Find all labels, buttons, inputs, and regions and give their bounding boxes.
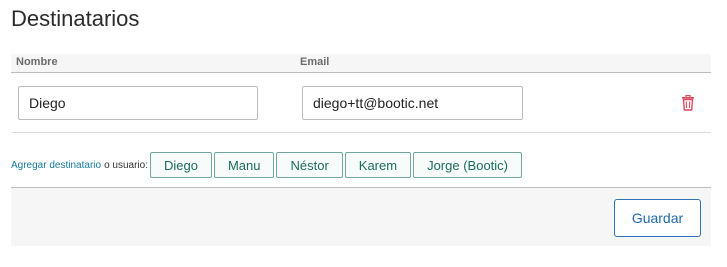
- page-title: Destinatarios: [11, 6, 140, 31]
- user-button-manu[interactable]: Manu: [213, 152, 275, 178]
- table-row: [11, 73, 711, 133]
- user-button-nestor[interactable]: Néstor: [276, 152, 343, 178]
- save-button[interactable]: Guardar: [614, 199, 701, 237]
- user-button-diego[interactable]: Diego: [149, 152, 212, 178]
- trash-icon[interactable]: [681, 94, 695, 111]
- user-button-jorge[interactable]: Jorge (Bootic): [413, 152, 522, 178]
- or-user-label: o usuario:: [104, 159, 148, 171]
- name-field[interactable]: [18, 86, 258, 120]
- column-header-email: Email: [300, 56, 330, 68]
- form-footer: Guardar: [11, 187, 711, 246]
- user-button-karem[interactable]: Karem: [344, 152, 412, 178]
- email-field[interactable]: [302, 86, 523, 120]
- table-header: Nombre Email: [11, 54, 711, 73]
- column-header-nombre: Nombre: [16, 56, 58, 68]
- recipients-selector: Agregar destinatario o usuario: Diego Ma…: [11, 152, 524, 178]
- add-recipient-link[interactable]: Agregar destinatario: [11, 160, 101, 171]
